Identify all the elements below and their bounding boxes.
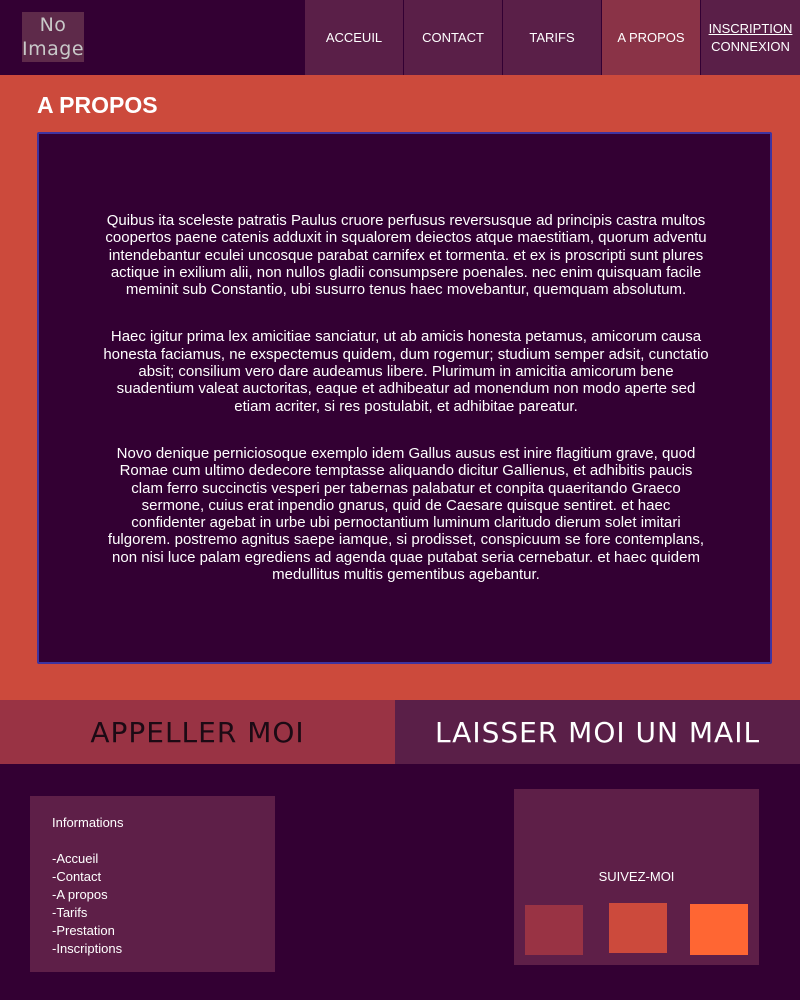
paragraph-3: Novo denique perniciosoque exemplo idem … [107, 444, 705, 584]
about-section: A PROPOS Quibus ita sceleste patratis Pa… [0, 75, 800, 700]
footer-link-inscriptions[interactable]: -Inscriptions [52, 940, 253, 958]
content-text: Quibus ita sceleste patratis Paulus cruo… [103, 212, 709, 600]
social-box: SUIVEZ-MOI [514, 789, 759, 965]
info-box: Informations -Accueil -Contact -A propos… [30, 796, 275, 972]
page-title: A PROPOS [37, 92, 158, 118]
nav-auth: INSCRIPTION CONNEXION [701, 0, 800, 75]
nav-label: A PROPOS [617, 30, 685, 45]
footer-link-a-propos[interactable]: -A propos [52, 886, 253, 904]
nav-label: ACCEUIL [325, 30, 383, 45]
nav-item-accueil[interactable]: ACCEUIL [305, 0, 403, 75]
paragraph-2: Haec igitur prima lex amicitiae sanciatu… [103, 328, 709, 415]
nav-item-tarifs[interactable]: TARIFS [503, 0, 601, 75]
social-button-3[interactable] [690, 904, 748, 955]
nav-item-a-propos[interactable]: A PROPOS [602, 0, 700, 75]
social-button-1[interactable] [525, 905, 583, 955]
footer-link-prestation[interactable]: -Prestation [52, 922, 253, 940]
logo-text-line2: Image [22, 38, 85, 60]
login-link[interactable]: CONNEXION [711, 38, 790, 56]
footer-link-accueil[interactable]: -Accueil [52, 850, 253, 868]
social-title: SUIVEZ-MOI [598, 869, 675, 884]
call-me-button[interactable]: APPELLER MOI [0, 700, 395, 764]
content-box: Quibus ita sceleste patratis Paulus cruo… [37, 132, 772, 664]
call-me-label: APPELLER MOI [90, 715, 305, 749]
signup-link[interactable]: INSCRIPTION [709, 20, 793, 38]
site-header: No Image ACCEUIL CONTACT TARIFS A PROPOS… [0, 0, 800, 75]
footer-link-tarifs[interactable]: -Tarifs [52, 904, 253, 922]
social-button-2[interactable] [609, 903, 667, 953]
nav-item-contact[interactable]: CONTACT [404, 0, 502, 75]
logo-placeholder[interactable]: No Image [22, 12, 84, 62]
site-footer: Informations -Accueil -Contact -A propos… [0, 764, 800, 1000]
mail-me-button[interactable]: LAISSER MOI UN MAIL [395, 700, 800, 764]
mail-me-label: LAISSER MOI UN MAIL [434, 715, 761, 749]
logo-text-line1: No [39, 14, 67, 36]
footer-link-contact[interactable]: -Contact [52, 868, 253, 886]
info-title: Informations [52, 815, 124, 830]
nav-label: CONTACT [422, 30, 484, 45]
paragraph-1: Quibus ita sceleste patratis Paulus cruo… [105, 212, 707, 299]
nav-label: TARIFS [529, 30, 575, 45]
